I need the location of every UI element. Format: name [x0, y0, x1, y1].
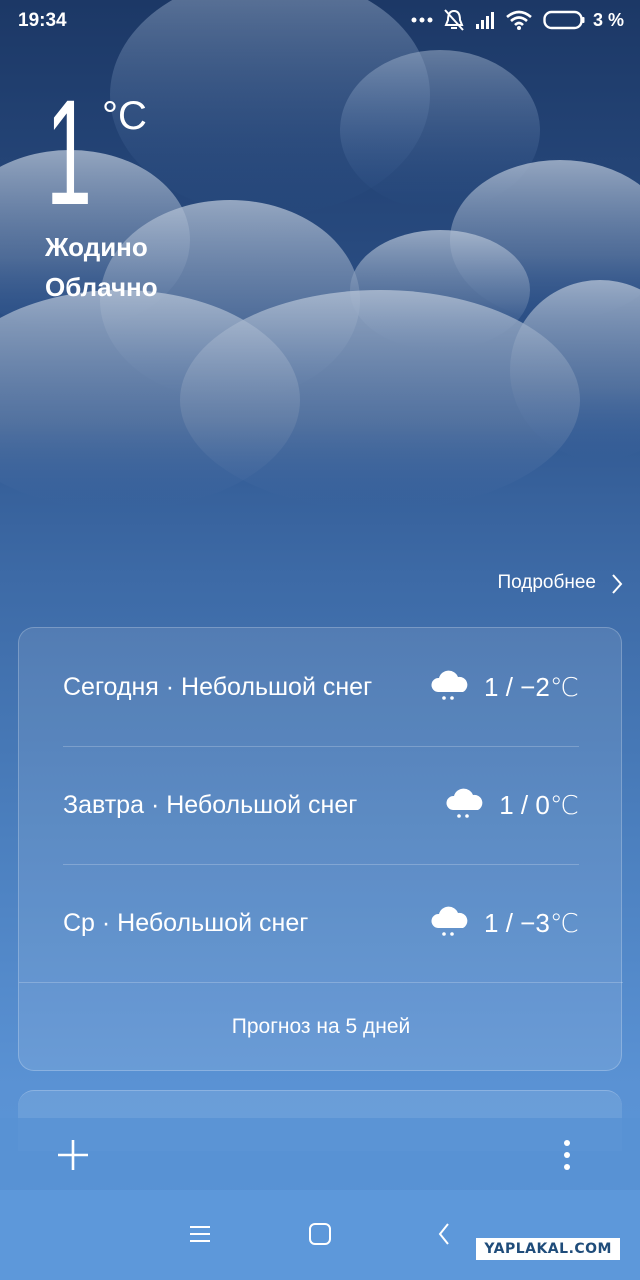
status-time: 19:34 — [18, 10, 67, 31]
light-snow-cloud-icon — [431, 670, 468, 700]
forecast-range: 1 / 0℃ — [499, 789, 579, 820]
details-link[interactable]: Подробнее — [497, 572, 596, 594]
forecast-label: Сегодня · Небольшой снег — [63, 672, 373, 701]
condition-text: Облачно — [45, 272, 158, 302]
wifi-icon — [506, 10, 532, 30]
vertical-dots-icon[interactable] — [550, 1138, 584, 1172]
signal-icon — [475, 12, 494, 29]
plus-icon[interactable] — [56, 1138, 90, 1172]
forecast-row-today[interactable]: Сегодня · Небольшой снег 1 / −2℃ — [63, 628, 579, 746]
light-snow-cloud-icon — [431, 906, 468, 936]
more-dots-icon — [411, 17, 433, 23]
forecast-range: 1 / −2℃ — [484, 671, 579, 702]
home-square-icon[interactable] — [300, 1214, 340, 1254]
temperature-value: 1 — [46, 68, 92, 236]
navigation-bar — [0, 1190, 640, 1280]
forecast-card: Сегодня · Небольшой снег 1 / −2℃ Завтра … — [18, 627, 623, 1071]
back-chevron-icon[interactable] — [424, 1214, 464, 1254]
battery-icon — [543, 10, 585, 30]
city-name: Жодино — [45, 232, 148, 262]
forecast-row-wednesday[interactable]: Ср · Небольшой снег 1 / −3℃ — [63, 864, 579, 982]
forecast-row-tomorrow[interactable]: Завтра · Небольшой снег 1 / 0℃ — [63, 746, 579, 864]
battery-percent: 3 % — [592, 9, 624, 30]
forecast-label: Ср · Небольшой снег — [63, 908, 309, 937]
current-temperature: 1 °C — [46, 68, 147, 236]
menu-lines-icon[interactable] — [180, 1214, 220, 1254]
watermark: YAPLAKAL.COM — [476, 1238, 620, 1260]
temperature-unit: °C — [102, 94, 147, 138]
five-day-forecast-button[interactable]: Прогноз на 5 дней — [19, 983, 623, 1071]
forecast-label: Завтра · Небольшой снег — [63, 790, 358, 819]
status-bar: 19:34 3 % — [0, 0, 640, 44]
bottom-toolbar — [0, 1118, 640, 1190]
chevron-right-icon[interactable] — [610, 572, 624, 596]
forecast-range: 1 / −3℃ — [484, 907, 579, 938]
light-snow-cloud-icon — [446, 788, 483, 818]
status-icons: 3 % — [411, 8, 624, 32]
muted-bell-icon — [444, 9, 464, 31]
